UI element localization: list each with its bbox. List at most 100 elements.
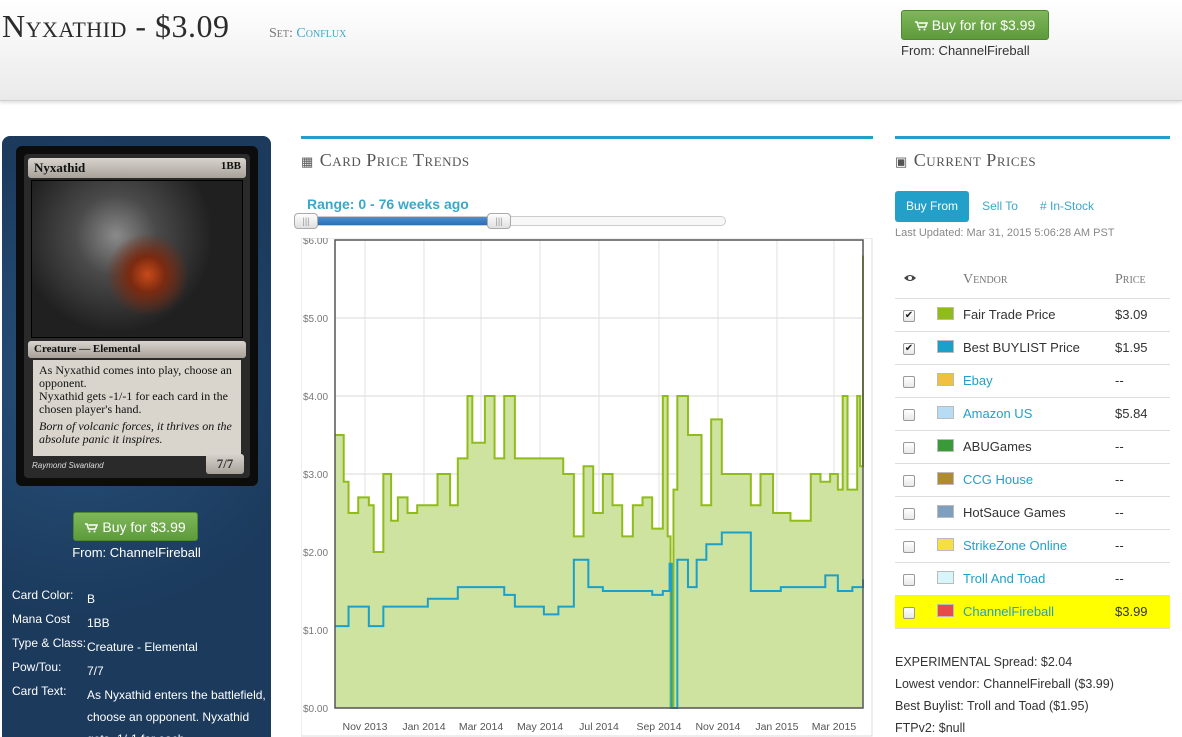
price-column-header: Price (1115, 272, 1146, 287)
header-buy-button[interactable]: Buy for for $3.99 (901, 10, 1049, 40)
last-updated: Last Updated: Mar 31, 2015 5:06:28 AM PS… (895, 227, 1115, 239)
y-tick-label: $5.00 (303, 314, 328, 325)
card-image-cost: 1BB (220, 160, 241, 172)
vendor-visibility-checkbox[interactable] (903, 607, 915, 619)
x-tick-label: Jul 2014 (579, 721, 619, 733)
vendor-color-swatch (937, 505, 954, 518)
summary-spread: EXPERIMENTAL Spread: $2.04 (895, 655, 1073, 669)
money-icon: ▣ (895, 154, 908, 169)
eye-icon (904, 275, 916, 281)
price-table-row: Troll And Toad -- (895, 563, 1170, 596)
vendor-price: -- (1115, 472, 1124, 487)
price-summary: EXPERIMENTAL Spread: $2.04 Lowest vendor… (895, 651, 1114, 737)
vendor-color-swatch (937, 439, 954, 452)
vendor-color-swatch (937, 571, 954, 584)
vendor-price: $3.09 (1115, 307, 1148, 322)
current-prices-title: ▣ Current Prices (895, 150, 1037, 170)
vendor-visibility-checkbox[interactable]: ✔ (903, 310, 915, 322)
price-table-header: Vendor Price (895, 263, 1170, 299)
vendor-price: -- (1115, 505, 1124, 520)
vendor-visibility-checkbox[interactable] (903, 508, 915, 520)
summary-best-buylist: Best Buylist: Troll and Toad ($1.95) (895, 699, 1089, 713)
vendor-color-swatch (937, 307, 954, 320)
vendor-visibility-checkbox[interactable]: ✔ (903, 343, 915, 355)
price-trends-title: ▦ Card Price Trends (301, 150, 470, 170)
card-image-text: As Nyxathid comes into play, choose an o… (33, 360, 241, 456)
page-header: Nyxathid - $3.09 Set: Conflux Buy for fo… (0, 0, 1182, 101)
x-tick-label: Mar 2015 (812, 721, 857, 733)
vendor-link[interactable]: Troll And Toad (963, 571, 1045, 586)
current-prices-panel: ▣ Current Prices Buy From Sell To # In-St… (895, 136, 1170, 737)
x-tick-label: Jan 2015 (755, 721, 798, 733)
vendor-link[interactable]: CCG House (963, 472, 1033, 487)
range-slider[interactable]: ||| ||| (294, 213, 726, 229)
card-image-pt: 7/7 (206, 454, 244, 474)
vendor-visibility-checkbox[interactable] (903, 409, 915, 421)
price-table-row: Amazon US $5.84 (895, 398, 1170, 431)
price-table-row: ABUGames -- (895, 431, 1170, 464)
section-divider (895, 136, 1170, 139)
vendor-price: -- (1115, 373, 1124, 388)
vendor-price: -- (1115, 538, 1124, 553)
x-tick-label: Nov 2014 (695, 721, 740, 733)
x-tick-label: Jan 2014 (402, 721, 445, 733)
vendor-color-swatch (937, 604, 954, 617)
panel-buy-source: From: ChannelFireball (72, 545, 201, 560)
price-table-row: ✔ Best BUYLIST Price $1.95 (895, 332, 1170, 365)
price-chart: $0.00 $1.00 $2.00 $3.00 $4.00 $5.00 $6.00 Nov 2… (301, 238, 873, 737)
vendor-link[interactable]: Amazon US (963, 406, 1032, 421)
tab-buy-from[interactable]: Buy From (895, 191, 969, 222)
calendar-icon: ▦ (301, 154, 314, 169)
price-table: Vendor Price ✔ Fair Trade Price $3.09 ✔ Best… (895, 263, 1170, 629)
vendor-link[interactable]: Ebay (963, 373, 993, 388)
card-image-type: Creature — Elemental (28, 341, 246, 358)
card-image[interactable]: Nyxathid 1BB Creature — Elemental As Nyxa… (16, 146, 258, 486)
vendor-price: -- (1115, 439, 1124, 454)
vendor-visibility-checkbox[interactable] (903, 475, 915, 487)
y-tick-label: $4.00 (303, 392, 328, 403)
range-slider-handle-end[interactable]: ||| (487, 213, 511, 229)
vendor-color-swatch (937, 340, 954, 353)
set-link[interactable]: Conflux (296, 26, 346, 41)
price-table-row: CCG House -- (895, 464, 1170, 497)
x-tick-label: May 2014 (517, 721, 563, 733)
cart-icon (914, 21, 928, 31)
card-art (31, 180, 243, 338)
vendor-name: ABUGames (963, 439, 1032, 454)
vendor-price: $3.99 (1115, 604, 1148, 619)
tab-in-stock[interactable]: # In-Stock (1035, 191, 1099, 222)
price-table-row: HotSauce Games -- (895, 497, 1170, 530)
vendor-visibility-checkbox[interactable] (903, 442, 915, 454)
page-title: Nyxathid - $3.09 (2, 8, 230, 44)
range-slider-fill (302, 217, 500, 225)
price-table-row: StrikeZone Online -- (895, 530, 1170, 563)
vendor-link[interactable]: ChannelFireball (963, 604, 1054, 619)
range-slider-handle-start[interactable]: ||| (294, 213, 318, 229)
card-detail-panel: Nyxathid 1BB Creature — Elemental As Nyxa… (2, 136, 271, 737)
price-table-row: Ebay -- (895, 365, 1170, 398)
price-table-row: ✔ Fair Trade Price $3.09 (895, 299, 1170, 332)
price-trends-panel: ▦ Card Price Trends Range: 0 - 76 weeks a… (294, 136, 873, 737)
price-table-row: ChannelFireball $3.99 (895, 596, 1170, 629)
y-tick-label: $6.00 (303, 238, 328, 247)
vendor-visibility-checkbox[interactable] (903, 574, 915, 586)
tab-sell-to[interactable]: Sell To (975, 191, 1025, 222)
set-info: Set: Conflux (269, 26, 347, 41)
header-buy-source: From: ChannelFireball (901, 43, 1030, 58)
vendor-name: Best BUYLIST Price (963, 340, 1080, 355)
summary-lowest-vendor: Lowest vendor: ChannelFireball ($3.99) (895, 677, 1114, 691)
vendor-price: $1.95 (1115, 340, 1148, 355)
summary-ftpv2: FTPv2: $null (895, 721, 966, 735)
vendor-link[interactable]: StrikeZone Online (963, 538, 1067, 553)
y-tick-label: $0.00 (303, 704, 328, 715)
vendor-visibility-checkbox[interactable] (903, 541, 915, 553)
x-tick-label: Nov 2013 (343, 721, 388, 733)
vendor-color-swatch (937, 373, 954, 386)
vendor-color-swatch (937, 472, 954, 485)
vendor-price: $5.84 (1115, 406, 1148, 421)
cart-icon (85, 523, 99, 533)
y-tick-label: $1.00 (303, 626, 328, 637)
panel-buy-button[interactable]: Buy for $3.99 (73, 512, 198, 541)
vendor-visibility-checkbox[interactable] (903, 376, 915, 388)
vendor-color-swatch (937, 406, 954, 419)
